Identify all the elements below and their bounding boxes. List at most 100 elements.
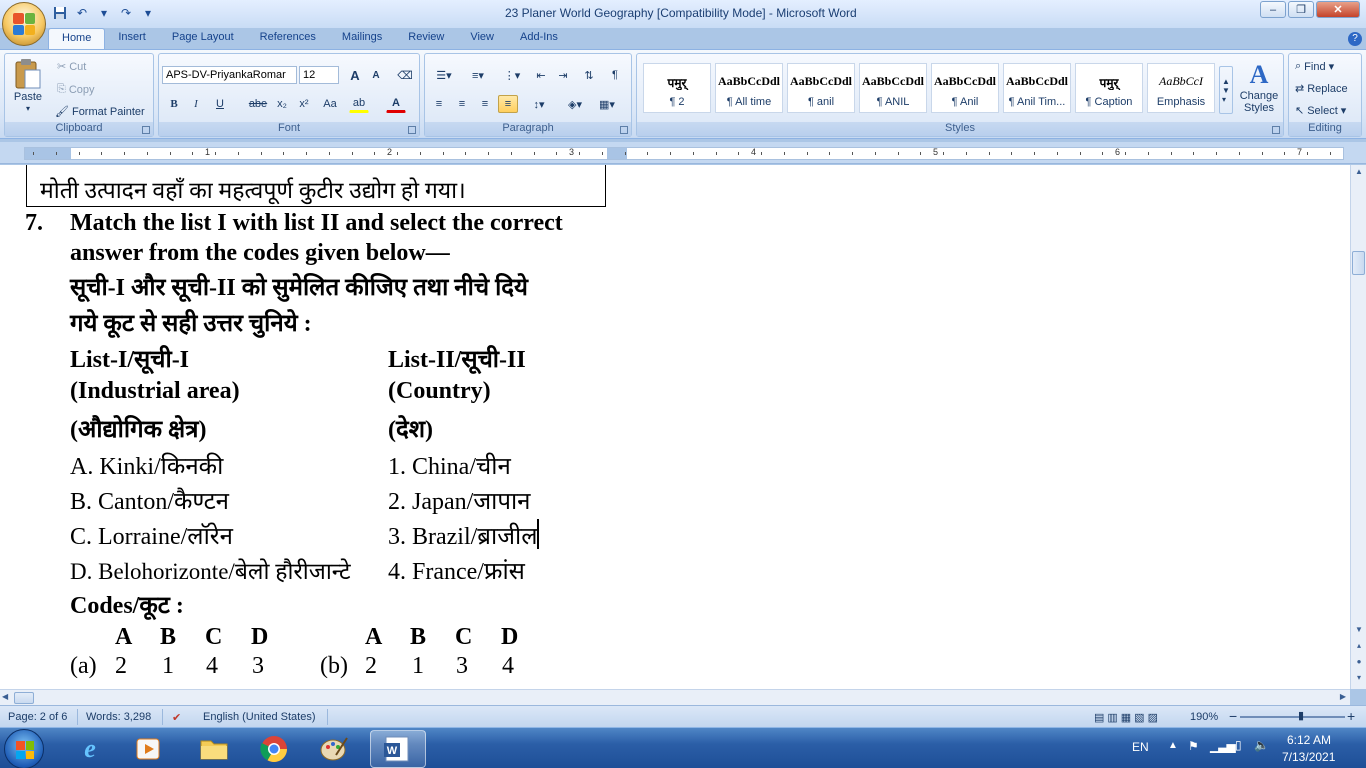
style-tile-anil-caps[interactable]: AaBbCcDdl ¶ ANIL [859,63,927,113]
change-styles-button[interactable]: A Change Styles [1237,60,1281,114]
shrink-font-button[interactable]: A [366,66,386,84]
justify-icon[interactable]: ≡ [498,95,518,113]
file-explorer-taskbar[interactable] [186,730,242,768]
copy-button[interactable]: ⎘ Copy [57,83,95,96]
borders-icon[interactable]: ▦▾ [593,95,621,113]
tab-references[interactable]: References [247,28,329,50]
proofing-icon[interactable]: ✔ [172,711,181,724]
highlight-button[interactable]: ab [349,95,369,113]
horizontal-scrollbar[interactable]: ◀ ▶ [0,689,1350,705]
minimize-button[interactable]: – [1260,1,1286,18]
superscript-button[interactable]: x² [294,95,314,113]
line-spacing-icon[interactable]: ↕▾ [525,95,553,113]
shading-icon[interactable]: ◈▾ [561,95,589,113]
horizontal-ruler[interactable]: 1 2 3 4 5 6 7 [0,142,1366,164]
clipboard-launcher-icon[interactable] [142,126,150,134]
format-painter-button[interactable]: 🖌 Format Painter [55,105,145,119]
paste-button[interactable]: Paste ▾ [13,58,43,113]
tab-view[interactable]: View [457,28,507,50]
vertical-scroll-thumb[interactable] [1352,251,1365,275]
media-player-taskbar[interactable] [120,730,176,768]
styles-launcher-icon[interactable] [1272,126,1280,134]
cut-button[interactable]: ✂ Cut [57,60,86,74]
clear-formatting-icon[interactable]: ⌫ [395,66,415,84]
word-taskbar[interactable]: W [370,730,426,768]
previous-page-icon[interactable]: ▴ [1353,641,1365,653]
tab-page-layout[interactable]: Page Layout [159,28,247,50]
office-button[interactable] [2,2,46,46]
clock-time[interactable]: 6:12 AM [1287,733,1331,747]
customize-qat-icon[interactable]: ▾ [140,5,156,21]
font-size-field[interactable]: 12 [299,66,339,84]
replace-button[interactable]: ⇄ Replace [1295,82,1348,96]
sort-icon[interactable]: ⇅ [579,66,599,84]
next-page-icon[interactable]: ▾ [1353,673,1365,685]
increase-indent-icon[interactable]: ⇥ [553,66,573,84]
find-button[interactable]: ⌕ Find ▾ [1295,60,1334,73]
show-formatting-icon[interactable]: ¶ [605,66,625,84]
zoom-level[interactable]: 190% [1190,711,1218,723]
style-tile-all-time[interactable]: AaBbCcDdl ¶ All time [715,63,783,113]
styles-scroll-icon[interactable]: ▲ ▼ ▾ [1219,66,1233,114]
battery-icon[interactable]: ▯ [1235,738,1242,752]
network-icon[interactable]: ▁▃▅ [1210,739,1236,753]
maximize-button[interactable]: ❐ [1288,1,1314,18]
scroll-right-icon[interactable]: ▶ [1340,692,1346,701]
vertical-scrollbar[interactable]: ▲ ▼ ▴ ● ▾ [1350,165,1366,689]
paint-taskbar[interactable] [306,730,362,768]
show-hidden-icons-icon[interactable]: ▲ [1168,740,1178,751]
numbering-icon[interactable]: ≡▾ [463,66,493,84]
multilevel-list-icon[interactable]: ⋮▾ [497,66,527,84]
align-right-icon[interactable]: ≡ [475,95,495,113]
scroll-down-icon[interactable]: ▼ [1353,625,1365,637]
font-color-button[interactable]: A [386,95,406,113]
language-indicator[interactable]: English (United States) [203,711,316,723]
clock-date[interactable]: 7/13/2021 [1282,750,1335,764]
style-tile-anil-title[interactable]: AaBbCcDdl ¶ Anil [931,63,999,113]
bold-button[interactable]: B [164,95,184,113]
tab-home[interactable]: Home [48,28,106,50]
style-tile-anil-time[interactable]: AaBbCcDdl ¶ Anil Tim... [1003,63,1071,113]
grow-font-button[interactable]: A [345,66,365,84]
page-count[interactable]: Page: 2 of 6 [8,711,67,723]
tab-review[interactable]: Review [395,28,457,50]
style-tile-caption[interactable]: पमुर् ¶ Caption [1075,63,1143,113]
action-center-icon[interactable]: ⚑ [1188,739,1199,753]
font-name-field[interactable]: APS-DV-PriyankaRomar [162,66,297,84]
style-tile-anil[interactable]: AaBbCcDdl ¶ anil [787,63,855,113]
decrease-indent-icon[interactable]: ⇤ [531,66,551,84]
align-center-icon[interactable]: ≡ [452,95,472,113]
style-tile-2[interactable]: पमुर् ¶ 2 [643,63,711,113]
redo-icon[interactable]: ↷ [118,5,134,21]
strikethrough-button[interactable]: abe [246,95,270,113]
zoom-out-button[interactable]: − [1229,708,1237,724]
document-canvas[interactable]: मोती उत्पादन वहाँ का महत्वपूर्ण कुटीर उद… [0,165,1350,689]
help-icon[interactable]: ? [1348,32,1362,46]
close-button[interactable]: ✕ [1316,1,1360,18]
language-bar[interactable]: EN [1132,740,1149,754]
change-case-button[interactable]: Aa [317,95,343,113]
tab-add-ins[interactable]: Add-Ins [507,28,571,50]
undo-icon[interactable]: ↶ [74,5,90,21]
browse-object-icon[interactable]: ● [1353,657,1365,669]
zoom-slider[interactable] [1240,716,1345,718]
tab-insert[interactable]: Insert [105,28,159,50]
view-buttons[interactable]: ▤▥▦▧▨ [1094,711,1161,724]
select-button[interactable]: ↖ Select ▾ [1295,104,1346,118]
scroll-up-icon[interactable]: ▲ [1353,167,1365,179]
subscript-button[interactable]: x₂ [272,95,292,113]
tab-mailings[interactable]: Mailings [329,28,395,50]
font-launcher-icon[interactable] [408,126,416,134]
style-tile-emphasis[interactable]: AaBbCcI Emphasis [1147,63,1215,113]
chrome-taskbar[interactable] [246,730,302,768]
horizontal-scroll-thumb[interactable] [14,692,34,704]
start-button[interactable] [4,729,44,768]
save-icon[interactable] [52,5,68,21]
underline-button[interactable]: U [210,95,230,113]
bullets-icon[interactable]: ☰▾ [429,66,459,84]
paragraph-launcher-icon[interactable] [620,126,628,134]
italic-button[interactable]: I [186,95,206,113]
internet-explorer-taskbar[interactable]: e [62,730,118,768]
volume-icon[interactable]: 🔈 [1254,738,1269,752]
zoom-in-button[interactable]: + [1347,708,1355,724]
